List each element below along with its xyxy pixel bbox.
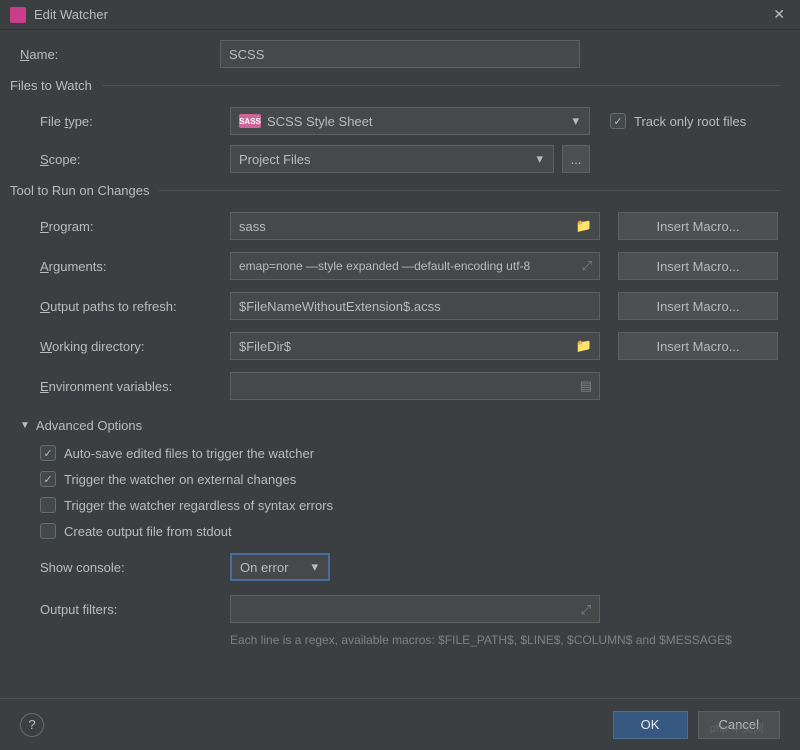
syntax-errors-label: Trigger the watcher regardless of syntax… bbox=[64, 498, 333, 513]
output-filters-label: Output filters: bbox=[40, 602, 230, 617]
external-changes-label: Trigger the watcher on external changes bbox=[64, 472, 296, 487]
show-console-label: Show console: bbox=[40, 560, 230, 575]
show-console-dropdown[interactable]: On error ▾ bbox=[230, 553, 330, 581]
ok-button[interactable]: OK bbox=[613, 711, 688, 739]
expand-icon[interactable]: ⤢ bbox=[582, 258, 592, 274]
scope-label: Scope: bbox=[40, 152, 230, 167]
scope-value: Project Files bbox=[239, 152, 311, 167]
arguments-macro-button[interactable]: Insert Macro... bbox=[618, 252, 778, 280]
working-dir-input[interactable] bbox=[230, 332, 600, 360]
caret-down-icon: ▼ bbox=[20, 420, 30, 431]
output-paths-macro-button[interactable]: Insert Macro... bbox=[618, 292, 778, 320]
track-root-label: Track only root files bbox=[634, 114, 746, 129]
syntax-errors-checkbox[interactable] bbox=[40, 497, 56, 513]
stdout-label: Create output file from stdout bbox=[64, 524, 232, 539]
track-root-checkbox[interactable] bbox=[610, 113, 626, 129]
close-icon[interactable]: ✕ bbox=[768, 6, 790, 23]
file-type-dropdown[interactable]: SASS SCSS Style Sheet ▾ bbox=[230, 107, 590, 135]
arguments-input[interactable] bbox=[230, 252, 600, 280]
chevron-down-icon: ▾ bbox=[536, 151, 543, 167]
scope-dropdown[interactable]: Project Files ▾ bbox=[230, 145, 554, 173]
folder-icon[interactable]: 📁 bbox=[576, 338, 592, 354]
working-dir-label: Working directory: bbox=[20, 339, 230, 354]
arguments-label: Arguments: bbox=[20, 259, 230, 274]
tool-section-header: Tool to Run on Changes bbox=[10, 183, 780, 198]
app-icon bbox=[10, 7, 26, 23]
expand-icon[interactable]: ⤢ bbox=[581, 602, 591, 618]
file-type-label: File type: bbox=[40, 114, 230, 129]
list-icon[interactable]: ▤ bbox=[580, 378, 592, 394]
file-type-value: SCSS Style Sheet bbox=[267, 114, 373, 129]
program-input[interactable] bbox=[230, 212, 600, 240]
program-macro-button[interactable]: Insert Macro... bbox=[618, 212, 778, 240]
show-console-value: On error bbox=[240, 560, 288, 575]
window-title: Edit Watcher bbox=[34, 7, 768, 22]
output-paths-input[interactable] bbox=[230, 292, 600, 320]
advanced-options-header[interactable]: ▼ Advanced Options bbox=[20, 418, 780, 433]
output-filters-hint: Each line is a regex, available macros: … bbox=[20, 633, 780, 647]
working-dir-macro-button[interactable]: Insert Macro... bbox=[618, 332, 778, 360]
chevron-down-icon: ▾ bbox=[572, 113, 579, 129]
external-changes-checkbox[interactable] bbox=[40, 471, 56, 487]
output-filters-input[interactable]: ⤢ bbox=[230, 595, 600, 623]
auto-save-checkbox[interactable] bbox=[40, 445, 56, 461]
stdout-checkbox[interactable] bbox=[40, 523, 56, 539]
scope-browse-button[interactable]: ... bbox=[562, 145, 590, 173]
sass-icon: SASS bbox=[239, 114, 261, 128]
dialog-footer: ? OK Cancel bbox=[0, 698, 800, 750]
help-button[interactable]: ? bbox=[20, 713, 44, 737]
env-vars-input[interactable] bbox=[230, 372, 600, 400]
folder-icon[interactable]: 📁 bbox=[576, 218, 592, 234]
titlebar: Edit Watcher ✕ bbox=[0, 0, 800, 30]
auto-save-label: Auto-save edited files to trigger the wa… bbox=[64, 446, 314, 461]
watermark: php 中文网 bbox=[710, 720, 764, 736]
chevron-down-icon: ▾ bbox=[311, 559, 318, 575]
name-label: Name: bbox=[20, 47, 220, 62]
output-paths-label: Output paths to refresh: bbox=[20, 299, 230, 314]
files-to-watch-header: Files to Watch bbox=[10, 78, 780, 93]
program-label: Program: bbox=[20, 219, 230, 234]
name-input[interactable] bbox=[220, 40, 580, 68]
env-vars-label: Environment variables: bbox=[20, 379, 230, 394]
